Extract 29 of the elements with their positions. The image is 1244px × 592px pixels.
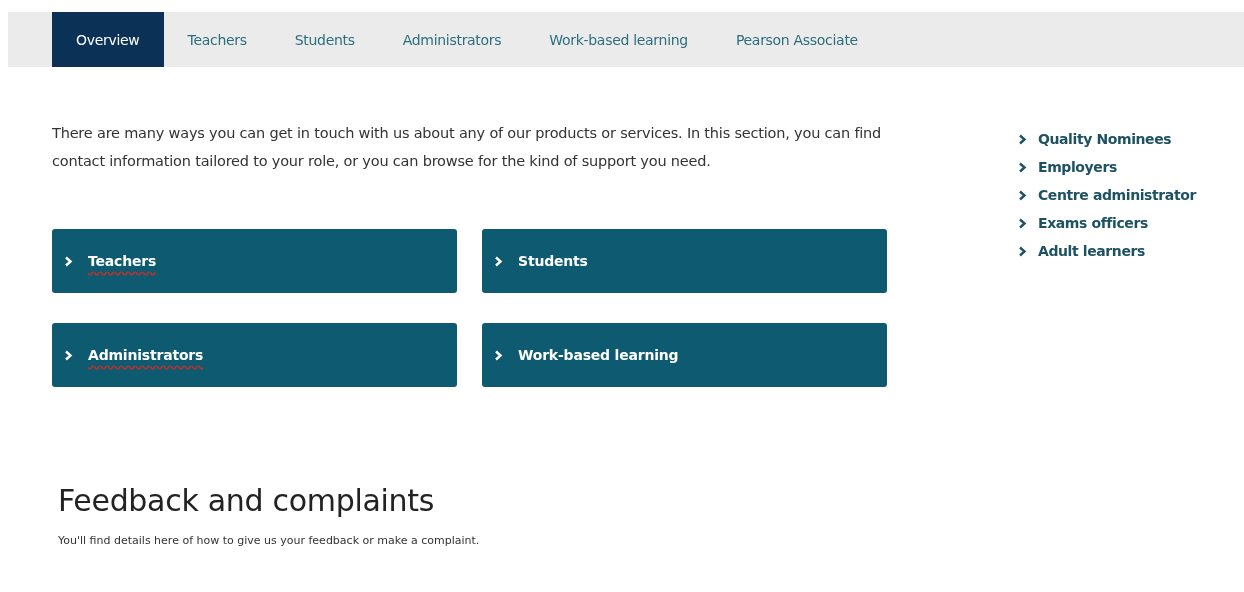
- nav-tab[interactable]: Work-based learning: [525, 12, 712, 67]
- spellcheck-underline: Teachers: [88, 253, 157, 269]
- nav-tab[interactable]: Teachers: [163, 12, 271, 67]
- role-button[interactable]: Students: [482, 229, 887, 293]
- chevron-icon: [1018, 133, 1027, 145]
- sidebar-link[interactable]: Quality Nominees: [1018, 125, 1196, 153]
- chevron-icon: [64, 255, 73, 267]
- chevron-icon: [494, 349, 503, 361]
- chevron-icon: [1018, 189, 1027, 201]
- chevron-icon: [494, 255, 503, 267]
- sidebar-link[interactable]: Adult learners: [1018, 237, 1196, 265]
- role-button[interactable]: Work-based learning: [482, 323, 887, 387]
- role-button[interactable]: Teachers: [52, 229, 457, 293]
- nav-tab[interactable]: Students: [270, 12, 379, 67]
- spellcheck-underline: Administrators: [88, 347, 204, 363]
- chevron-icon: [64, 349, 73, 361]
- role-button[interactable]: Administrators: [52, 323, 457, 387]
- sidebar-link[interactable]: Centre administrator: [1018, 181, 1196, 209]
- chevron-icon: [1018, 161, 1027, 173]
- sidebar-link[interactable]: Exams officers: [1018, 209, 1196, 237]
- section-description: You'll find details here of how to give us your feedback or make a complaint.: [58, 534, 481, 547]
- chevron-icon: [1018, 245, 1027, 257]
- chevron-icon: [1018, 217, 1027, 229]
- nav-tab[interactable]: Administrators: [378, 12, 526, 67]
- intro-paragraph: There are many ways you can get in touch with us about any of our products or services. In this section, you can find contact information tailored to your role, or you can browse for the kind of support you need.: [52, 124, 883, 171]
- section-heading: Feedback and complaints: [58, 483, 436, 518]
- sidebar-link[interactable]: Employers: [1018, 153, 1196, 181]
- nav-tab[interactable]: Pearson Associate: [711, 12, 882, 67]
- nav-tab[interactable]: Overview: [52, 12, 164, 67]
